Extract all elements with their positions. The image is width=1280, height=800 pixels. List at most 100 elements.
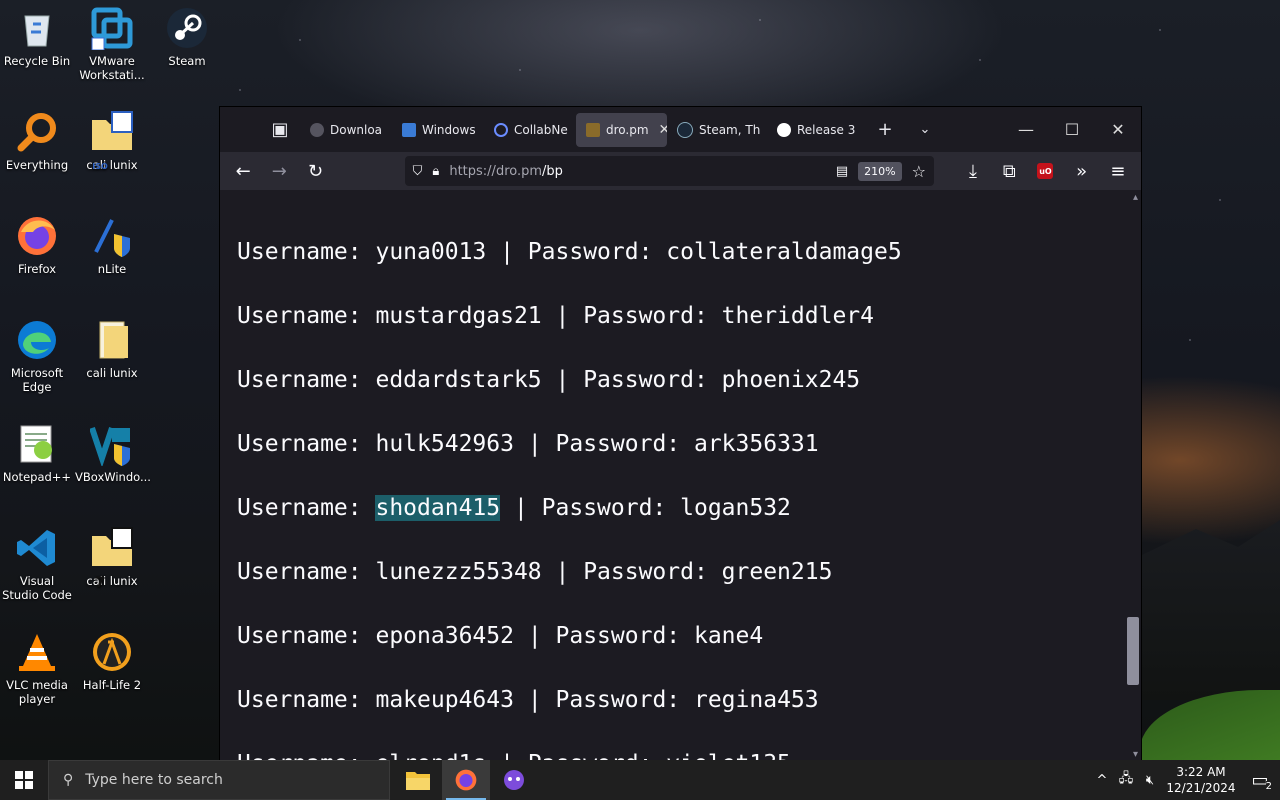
back-button[interactable]: ← bbox=[226, 156, 260, 186]
scroll-up-icon[interactable]: ▴ bbox=[1133, 192, 1138, 203]
desktop-icon-half-life-2[interactable]: Half-Life 2 bbox=[75, 624, 149, 692]
close-window-button[interactable]: ✕ bbox=[1095, 107, 1141, 152]
desktop-icon-vlc[interactable]: VLC media player bbox=[0, 624, 74, 706]
firefox-icon bbox=[15, 214, 59, 258]
desktop-icon-vmware[interactable]: VMware Workstati... bbox=[75, 0, 149, 82]
volume-muted-icon[interactable]: 🔇︎ bbox=[1138, 773, 1162, 788]
firefox-window: ▣ Downloa Windows CollabNe dro.pm ✕ Stea… bbox=[220, 107, 1141, 762]
taskbar-firefox[interactable] bbox=[442, 760, 490, 800]
folder-7-icon: 7 bbox=[90, 526, 134, 590]
ublock-icon: uO bbox=[1037, 163, 1054, 179]
folder-icon bbox=[90, 318, 134, 362]
arrow-left-icon: ← bbox=[235, 160, 251, 182]
desktop-icon-steam[interactable]: Steam bbox=[150, 0, 224, 68]
desktop-icon-vbox-windows[interactable]: VBoxWindo... bbox=[75, 416, 151, 484]
page-content: Username: yuna0013 | Password: collatera… bbox=[220, 190, 1141, 762]
puzzle-icon: ⧉ bbox=[1002, 160, 1016, 182]
credential-prefix: Username: bbox=[237, 559, 376, 585]
chevron-up-icon[interactable]: ^ bbox=[1090, 773, 1114, 788]
credential-username: shodan415 bbox=[375, 495, 501, 521]
taskbar: ⚲ Type here to search ^ 🖧︎ 🔇︎ 3:22 AM 12… bbox=[0, 760, 1280, 800]
tab-steam[interactable]: Steam, Th bbox=[667, 113, 767, 147]
credential-prefix: Username: bbox=[237, 239, 376, 265]
scroll-down-icon[interactable]: ▾ bbox=[1133, 749, 1138, 760]
search-placeholder: Type here to search bbox=[85, 772, 223, 788]
page-scrollbar[interactable]: ▴ ▾ bbox=[1125, 190, 1141, 762]
edge-icon bbox=[15, 318, 59, 362]
half-life-2-icon bbox=[90, 630, 134, 674]
taskbar-search-box[interactable]: ⚲ Type here to search bbox=[48, 760, 390, 800]
notepad-plus-plus-icon bbox=[15, 422, 59, 466]
desktop-icon-edge[interactable]: Microsoft Edge bbox=[0, 312, 74, 394]
url-bar[interactable]: ⛉ 🔒︎ https://dro.pm/bp ▤ 210% ☆ bbox=[404, 156, 934, 186]
forward-button[interactable]: → bbox=[262, 156, 296, 186]
desktop-icon-notepad-plus-plus[interactable]: Notepad++ bbox=[0, 416, 74, 484]
tab-github-release[interactable]: Release 3 bbox=[767, 113, 865, 147]
extensions-button[interactable]: ⧉ bbox=[992, 156, 1026, 186]
desktop-icon-label: Steam bbox=[168, 54, 206, 68]
bookmark-star-icon[interactable]: ☆ bbox=[912, 162, 926, 181]
desktop-icon-label: Microsoft Edge bbox=[10, 366, 64, 394]
reload-button[interactable]: ↻ bbox=[298, 156, 332, 186]
credential-separator: | Password: bbox=[486, 239, 667, 265]
close-tab-icon[interactable]: ✕ bbox=[659, 122, 667, 138]
credential-password: logan532 bbox=[680, 495, 791, 521]
desktop-icon-firefox[interactable]: Firefox bbox=[0, 208, 74, 276]
reader-view-icon[interactable]: ▤ bbox=[836, 164, 848, 179]
desktop-icon-recycle-bin[interactable]: Recycle Bin bbox=[0, 0, 74, 68]
navigation-toolbar: ← → ↻ ⛉ 🔒︎ https://dro.pm/bp ▤ 210% ☆ ⤓ … bbox=[220, 152, 1141, 190]
start-button[interactable] bbox=[0, 760, 48, 800]
taskbar-tor-app[interactable] bbox=[490, 760, 538, 800]
minimize-button[interactable]: — bbox=[1003, 107, 1049, 152]
desktop-icon-vscode[interactable]: Visual Studio Code bbox=[0, 520, 74, 602]
overflow-menu-button[interactable]: » bbox=[1065, 156, 1099, 186]
credential-separator: | Password: bbox=[541, 367, 722, 393]
desktop-icon-nlite[interactable]: nLite bbox=[75, 208, 149, 276]
tab-collabnet[interactable]: CollabNe bbox=[484, 113, 576, 147]
ublock-origin-button[interactable]: uO bbox=[1028, 156, 1062, 186]
everything-search-icon bbox=[15, 110, 59, 154]
credential-separator: | Password: bbox=[500, 495, 681, 521]
firefox-view-icon: ▣ bbox=[271, 119, 289, 140]
desktop-icon-label: Half-Life 2 bbox=[82, 678, 142, 692]
wallpaper-mountain bbox=[1140, 520, 1280, 700]
iso-folder-icon: ISO bbox=[90, 110, 134, 171]
notification-count: 2 bbox=[1265, 781, 1272, 792]
desktop-icon-everything[interactable]: Everything bbox=[0, 104, 74, 172]
desktop-icon-cali-lunix-7z[interactable]: 7 cali lunix bbox=[75, 520, 149, 590]
list-all-tabs-button[interactable]: ⌄ bbox=[905, 122, 945, 137]
purple-app-icon bbox=[504, 770, 524, 790]
tab-downloads[interactable]: Downloa bbox=[300, 113, 392, 147]
credential-username: eddardstark5 bbox=[375, 367, 542, 393]
credential-line: Username: hulk542963 | Password: ark3563… bbox=[237, 412, 902, 476]
clock[interactable]: 3:22 AM 12/21/2024 bbox=[1162, 764, 1240, 796]
url-path: /bp bbox=[542, 163, 563, 179]
desktop-icon-cali-lunix-iso[interactable]: ISO cali lunix bbox=[75, 104, 149, 172]
app-menu-button[interactable]: ≡ bbox=[1101, 156, 1135, 186]
zoom-level-button[interactable]: 210% bbox=[858, 161, 902, 181]
desktop-icon-cali-lunix-folder[interactable]: cali lunix bbox=[75, 312, 149, 380]
tab-label: Downloa bbox=[330, 122, 383, 137]
credential-username: yuna0013 bbox=[375, 239, 487, 265]
tab-dro-pm[interactable]: dro.pm ✕ bbox=[576, 112, 667, 147]
credential-separator: | Password: bbox=[541, 303, 722, 329]
download-icon: ⤓ bbox=[969, 160, 978, 182]
tab-windows[interactable]: Windows bbox=[392, 113, 484, 147]
scrollbar-thumb[interactable] bbox=[1127, 617, 1139, 685]
double-chevron-icon: » bbox=[1076, 160, 1088, 182]
downloads-button[interactable]: ⤓ bbox=[956, 156, 990, 186]
firefox-view-button[interactable]: ▣ bbox=[260, 119, 300, 140]
notification-center-button[interactable]: ▭ 2 bbox=[1240, 760, 1280, 800]
search-icon: ⚲ bbox=[63, 772, 74, 788]
credential-separator: | Password: bbox=[513, 623, 694, 649]
taskbar-file-explorer[interactable] bbox=[394, 760, 442, 800]
desktop-icon-label: cali lunix bbox=[86, 158, 138, 172]
credential-separator: | Password: bbox=[513, 431, 694, 457]
credential-separator: | Password: bbox=[541, 559, 722, 585]
maximize-button[interactable]: ☐ bbox=[1049, 107, 1095, 152]
shield-icon: ⛉ bbox=[412, 163, 423, 179]
network-icon[interactable]: 🖧︎ bbox=[1114, 769, 1138, 791]
plus-icon: + bbox=[877, 119, 893, 140]
new-tab-button[interactable]: + bbox=[865, 119, 905, 140]
recycle-bin-icon bbox=[15, 6, 59, 50]
